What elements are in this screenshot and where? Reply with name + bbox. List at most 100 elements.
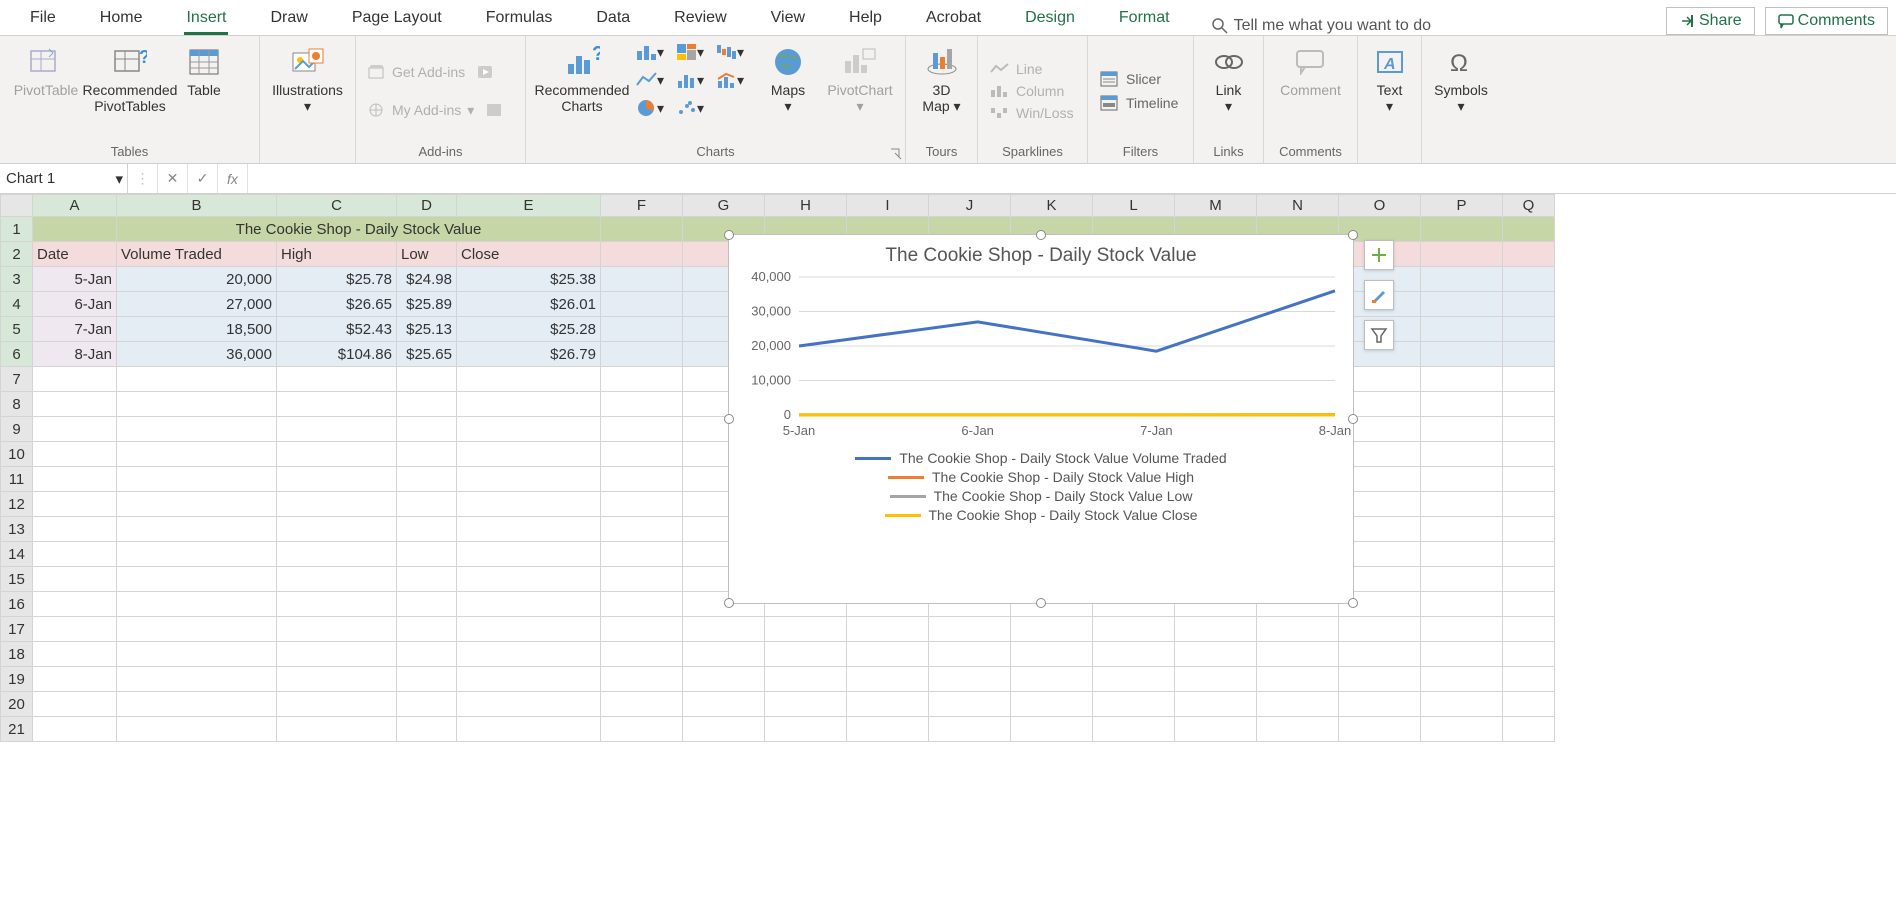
cell[interactable] — [1421, 317, 1503, 342]
cell[interactable] — [683, 617, 765, 642]
cell[interactable] — [1421, 592, 1503, 617]
cell[interactable] — [457, 717, 601, 742]
tab-review[interactable]: Review — [652, 3, 748, 35]
cell[interactable] — [277, 367, 397, 392]
col-header-I[interactable]: I — [847, 195, 929, 217]
resize-handle[interactable] — [1348, 414, 1358, 424]
chart-plot-area[interactable]: 010,00020,00030,00040,0005-Jan6-Jan7-Jan… — [729, 271, 1355, 441]
col-header-H[interactable]: H — [765, 195, 847, 217]
slicer-button[interactable]: Slicer — [1094, 69, 1167, 89]
cell[interactable] — [33, 592, 117, 617]
cell[interactable] — [601, 517, 683, 542]
chart-title[interactable]: The Cookie Shop - Daily Stock Value — [729, 235, 1353, 271]
my-addins-button[interactable]: My Add-ins ▾ — [362, 96, 514, 124]
cell[interactable] — [457, 492, 601, 517]
tab-file[interactable]: File — [8, 3, 78, 35]
cell[interactable] — [601, 242, 683, 267]
cell[interactable] — [1339, 642, 1421, 667]
cell[interactable] — [397, 717, 457, 742]
cell[interactable] — [117, 467, 277, 492]
cell[interactable] — [929, 642, 1011, 667]
cell[interactable] — [683, 717, 765, 742]
cell[interactable] — [601, 292, 683, 317]
row-header-13[interactable]: 13 — [1, 517, 33, 542]
cell[interactable] — [1421, 267, 1503, 292]
cell[interactable] — [847, 617, 929, 642]
cell[interactable] — [397, 392, 457, 417]
cell[interactable] — [33, 667, 117, 692]
cell[interactable] — [117, 417, 277, 442]
cell[interactable] — [1257, 717, 1339, 742]
waterfall-chart-icon[interactable]: ▾ — [716, 40, 744, 64]
cell[interactable] — [1257, 617, 1339, 642]
cell[interactable] — [397, 592, 457, 617]
pie-chart-icon[interactable]: ▾ — [636, 96, 664, 120]
row-header-12[interactable]: 12 — [1, 492, 33, 517]
cell[interactable] — [1503, 517, 1555, 542]
cell[interactable] — [33, 517, 117, 542]
share-button[interactable]: Share — [1666, 7, 1755, 35]
cell[interactable] — [1503, 617, 1555, 642]
resize-handle[interactable] — [724, 414, 734, 424]
cell[interactable] — [397, 617, 457, 642]
cell[interactable] — [1503, 567, 1555, 592]
cell[interactable] — [929, 692, 1011, 717]
row-header-11[interactable]: 11 — [1, 467, 33, 492]
column-chart-icon[interactable]: ▾ — [636, 40, 664, 64]
tab-view[interactable]: View — [749, 3, 827, 35]
cell[interactable]: Volume Traded — [117, 242, 277, 267]
comment-button[interactable]: Comment — [1270, 40, 1351, 102]
cell[interactable] — [1093, 617, 1175, 642]
cell[interactable] — [277, 592, 397, 617]
cell[interactable] — [277, 692, 397, 717]
line-chart-icon[interactable]: ▾ — [636, 68, 664, 92]
cell[interactable]: $26.79 — [457, 342, 601, 367]
cell[interactable] — [397, 467, 457, 492]
cell[interactable] — [1421, 492, 1503, 517]
cell[interactable] — [1421, 567, 1503, 592]
cell[interactable] — [1503, 542, 1555, 567]
cell[interactable] — [33, 492, 117, 517]
cell[interactable] — [601, 442, 683, 467]
cell[interactable] — [1011, 692, 1093, 717]
illustrations-button[interactable]: Illustrations▾ — [266, 40, 349, 118]
col-header-E[interactable]: E — [457, 195, 601, 217]
cell[interactable] — [457, 642, 601, 667]
cell[interactable]: 36,000 — [117, 342, 277, 367]
statistic-chart-icon[interactable]: ▾ — [676, 68, 704, 92]
cell[interactable]: $52.43 — [277, 317, 397, 342]
cell[interactable] — [1421, 217, 1503, 242]
cell[interactable] — [765, 717, 847, 742]
cell[interactable] — [1257, 667, 1339, 692]
cell[interactable] — [277, 667, 397, 692]
name-box[interactable]: Chart 1▾ — [0, 164, 128, 193]
cell[interactable] — [601, 692, 683, 717]
cell[interactable] — [1503, 417, 1555, 442]
col-header-D[interactable]: D — [397, 195, 457, 217]
row-header-7[interactable]: 7 — [1, 367, 33, 392]
cell[interactable] — [683, 667, 765, 692]
cell[interactable] — [683, 642, 765, 667]
cell[interactable] — [1503, 292, 1555, 317]
cell[interactable] — [1421, 642, 1503, 667]
sparkline-winloss-button[interactable]: Win/Loss — [984, 103, 1080, 123]
chart-legend[interactable]: The Cookie Shop - Daily Stock Value Volu… — [729, 441, 1353, 536]
cell[interactable] — [847, 667, 929, 692]
row-header-16[interactable]: 16 — [1, 592, 33, 617]
cell[interactable] — [1011, 642, 1093, 667]
get-addins-button[interactable]: Get Add-ins — [362, 58, 505, 86]
sparkline-column-button[interactable]: Column — [984, 81, 1070, 101]
cell[interactable]: $24.98 — [397, 267, 457, 292]
col-header-F[interactable]: F — [601, 195, 683, 217]
cell[interactable] — [601, 317, 683, 342]
cell[interactable] — [601, 267, 683, 292]
col-header-L[interactable]: L — [1093, 195, 1175, 217]
cell[interactable]: $25.28 — [457, 317, 601, 342]
link-button[interactable]: Link▾ — [1200, 40, 1257, 118]
cell[interactable] — [33, 217, 117, 242]
cell[interactable] — [1421, 367, 1503, 392]
row-header-15[interactable]: 15 — [1, 567, 33, 592]
cell[interactable] — [1421, 542, 1503, 567]
col-header-G[interactable]: G — [683, 195, 765, 217]
tell-me-search[interactable]: Tell me what you want to do — [1212, 17, 1431, 35]
